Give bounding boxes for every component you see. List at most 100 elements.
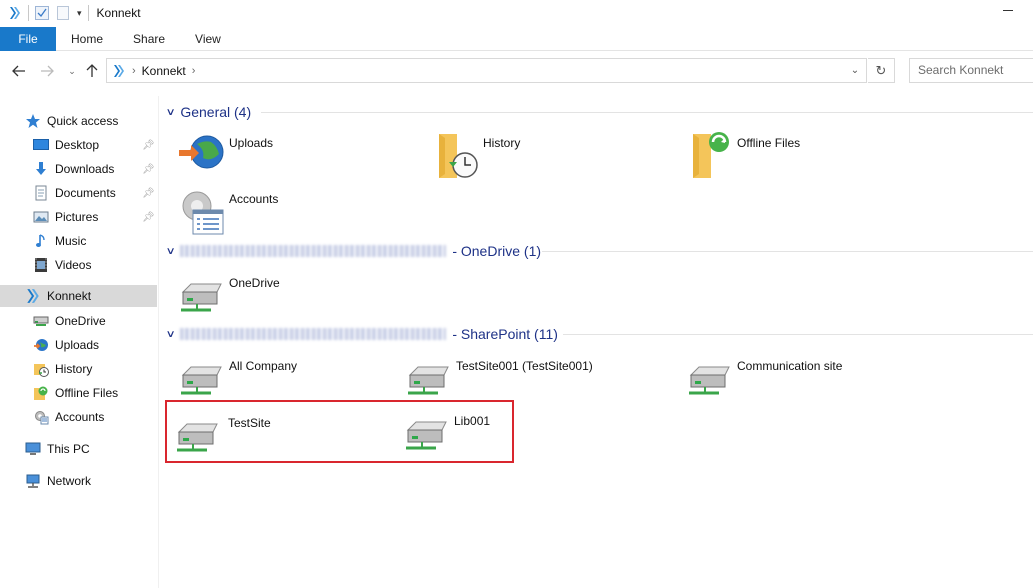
tile-uploads[interactable]: Uploads <box>177 132 417 184</box>
network-drive-icon <box>177 355 225 403</box>
new-folder-icon[interactable] <box>57 6 69 20</box>
tile-testsite001-label: TestSite001 (TestSite001) <box>456 359 593 373</box>
nav-uploads-label: Uploads <box>55 338 100 352</box>
globe-upload-icon <box>177 132 225 180</box>
nav-accounts-label: Accounts <box>55 410 105 424</box>
tab-view[interactable]: View <box>180 27 236 51</box>
group-header-general[interactable]: ∨ General (4) <box>166 103 1033 121</box>
group-onedrive-title: - OneDrive (1) <box>452 243 542 259</box>
nav-konnekt[interactable]: Konnekt <box>0 285 157 307</box>
pin-icon: 📌︎ <box>142 139 155 151</box>
nav-downloads[interactable]: Downloads 📌︎ <box>0 158 157 180</box>
breadcrumb-separator-icon[interactable]: › <box>132 65 136 77</box>
konnekt-icon <box>25 288 41 304</box>
settings-list-icon <box>177 188 225 236</box>
nav-accounts[interactable]: Accounts <box>0 406 157 428</box>
nav-quick-access[interactable]: Quick access <box>0 110 157 132</box>
globe-icon <box>33 337 49 353</box>
minimize-button[interactable] <box>999 2 1019 22</box>
nav-onedrive[interactable]: OneDrive <box>0 310 157 332</box>
nav-history[interactable]: History <box>0 358 157 380</box>
tab-home[interactable]: Home <box>56 27 118 51</box>
window-title: Konnekt <box>96 6 141 20</box>
nav-uploads[interactable]: Uploads <box>0 334 157 356</box>
tab-share[interactable]: Share <box>118 27 180 51</box>
properties-icon[interactable] <box>35 6 49 20</box>
up-arrow-icon[interactable] <box>82 61 102 81</box>
forward-arrow-icon[interactable] <box>37 61 57 81</box>
documents-icon <box>33 185 49 201</box>
recent-locations-icon[interactable]: ⌄ <box>62 61 82 81</box>
breadcrumb-konnekt[interactable]: Konnekt <box>142 64 186 78</box>
network-icon <box>25 473 41 489</box>
refresh-icon[interactable]: ↻ <box>868 58 895 83</box>
customize-toolbar-icon[interactable]: ▾ <box>77 8 82 19</box>
downloads-icon <box>33 161 49 177</box>
nav-offline-files-label: Offline Files <box>55 386 119 400</box>
network-drive-icon <box>404 355 452 403</box>
nav-offline-files[interactable]: Offline Files <box>0 382 157 404</box>
file-list-view: ∨ General (4) Uploads History Offline Fi… <box>159 96 1033 588</box>
redacted-account-name <box>180 245 447 257</box>
nav-music[interactable]: Music <box>0 230 157 252</box>
gear-icon <box>33 409 49 425</box>
nav-this-pc[interactable]: This PC <box>0 438 157 460</box>
group-sharepoint-title: - SharePoint (11) <box>452 326 558 342</box>
nav-videos[interactable]: Videos <box>0 254 157 276</box>
group-header-onedrive[interactable]: ∨ - OneDrive (1) <box>166 242 1033 260</box>
tile-offline-files-label: Offline Files <box>737 136 801 150</box>
group-header-sharepoint[interactable]: ∨ - SharePoint (11) <box>166 325 1033 343</box>
konnekt-app-icon[interactable] <box>8 6 22 20</box>
pin-icon: 📌︎ <box>142 187 155 199</box>
folder-sync-icon <box>685 132 733 180</box>
network-drive-icon <box>685 355 733 403</box>
tile-offline-files[interactable]: Offline Files <box>685 132 925 184</box>
nav-konnekt-label: Konnekt <box>47 289 92 303</box>
group-general-title: General (4) <box>180 104 252 120</box>
network-drive-icon <box>177 272 225 320</box>
nav-desktop-label: Desktop <box>55 138 100 152</box>
tile-accounts[interactable]: Accounts <box>177 188 417 240</box>
address-dropdown-icon[interactable]: ⌄ <box>844 59 866 82</box>
desktop-icon <box>33 137 49 153</box>
nav-pictures[interactable]: Pictures 📌︎ <box>0 206 157 228</box>
tile-history-label: History <box>483 136 521 150</box>
nav-documents-label: Documents <box>55 186 116 200</box>
redacted-account-name <box>180 328 447 340</box>
nav-network[interactable]: Network <box>0 470 157 492</box>
folder-history-icon <box>431 132 479 180</box>
breadcrumb-chevron-icon[interactable]: › <box>192 65 196 77</box>
videos-icon <box>33 257 49 273</box>
search-input[interactable]: Search Konnekt <box>909 58 1033 83</box>
nav-pictures-label: Pictures <box>55 210 99 224</box>
nav-downloads-label: Downloads <box>55 162 115 176</box>
collapse-chevron-icon[interactable]: ∨ <box>166 329 176 340</box>
nav-onedrive-label: OneDrive <box>55 314 106 328</box>
address-row: ⌄ › Konnekt › ⌄ ↻ Search Konnekt <box>0 56 1033 86</box>
star-icon <box>25 113 41 129</box>
tile-communication-site-label: Communication site <box>737 359 843 373</box>
address-bar[interactable]: › Konnekt › ⌄ <box>106 58 867 83</box>
collapse-chevron-icon[interactable]: ∨ <box>166 246 176 257</box>
nav-network-label: Network <box>47 474 92 488</box>
back-arrow-icon[interactable] <box>9 61 29 81</box>
tile-all-company-label: All Company <box>229 359 298 373</box>
collapse-chevron-icon[interactable]: ∨ <box>166 107 176 118</box>
tab-file[interactable]: File <box>0 27 56 51</box>
pictures-icon <box>33 209 49 225</box>
tile-history[interactable]: History <box>431 132 671 184</box>
nav-desktop[interactable]: Desktop 📌︎ <box>0 134 157 156</box>
nav-quick-access-label: Quick access <box>47 114 119 128</box>
nav-music-label: Music <box>55 234 87 248</box>
nav-documents[interactable]: Documents 📌︎ <box>0 182 157 204</box>
tile-communication-site[interactable]: Communication site <box>685 355 925 407</box>
pin-icon: 📌︎ <box>142 163 155 175</box>
computer-icon <box>25 441 41 457</box>
tile-onedrive[interactable]: OneDrive <box>177 272 417 324</box>
history-icon <box>33 361 49 377</box>
navigation-pane: Quick access Desktop 📌︎ Downloads 📌︎ Doc… <box>0 104 157 588</box>
quick-access-toolbar: ▾ <box>0 0 95 26</box>
tile-onedrive-label: OneDrive <box>229 276 280 290</box>
tile-accounts-label: Accounts <box>229 192 279 206</box>
pin-icon: 📌︎ <box>142 211 155 223</box>
